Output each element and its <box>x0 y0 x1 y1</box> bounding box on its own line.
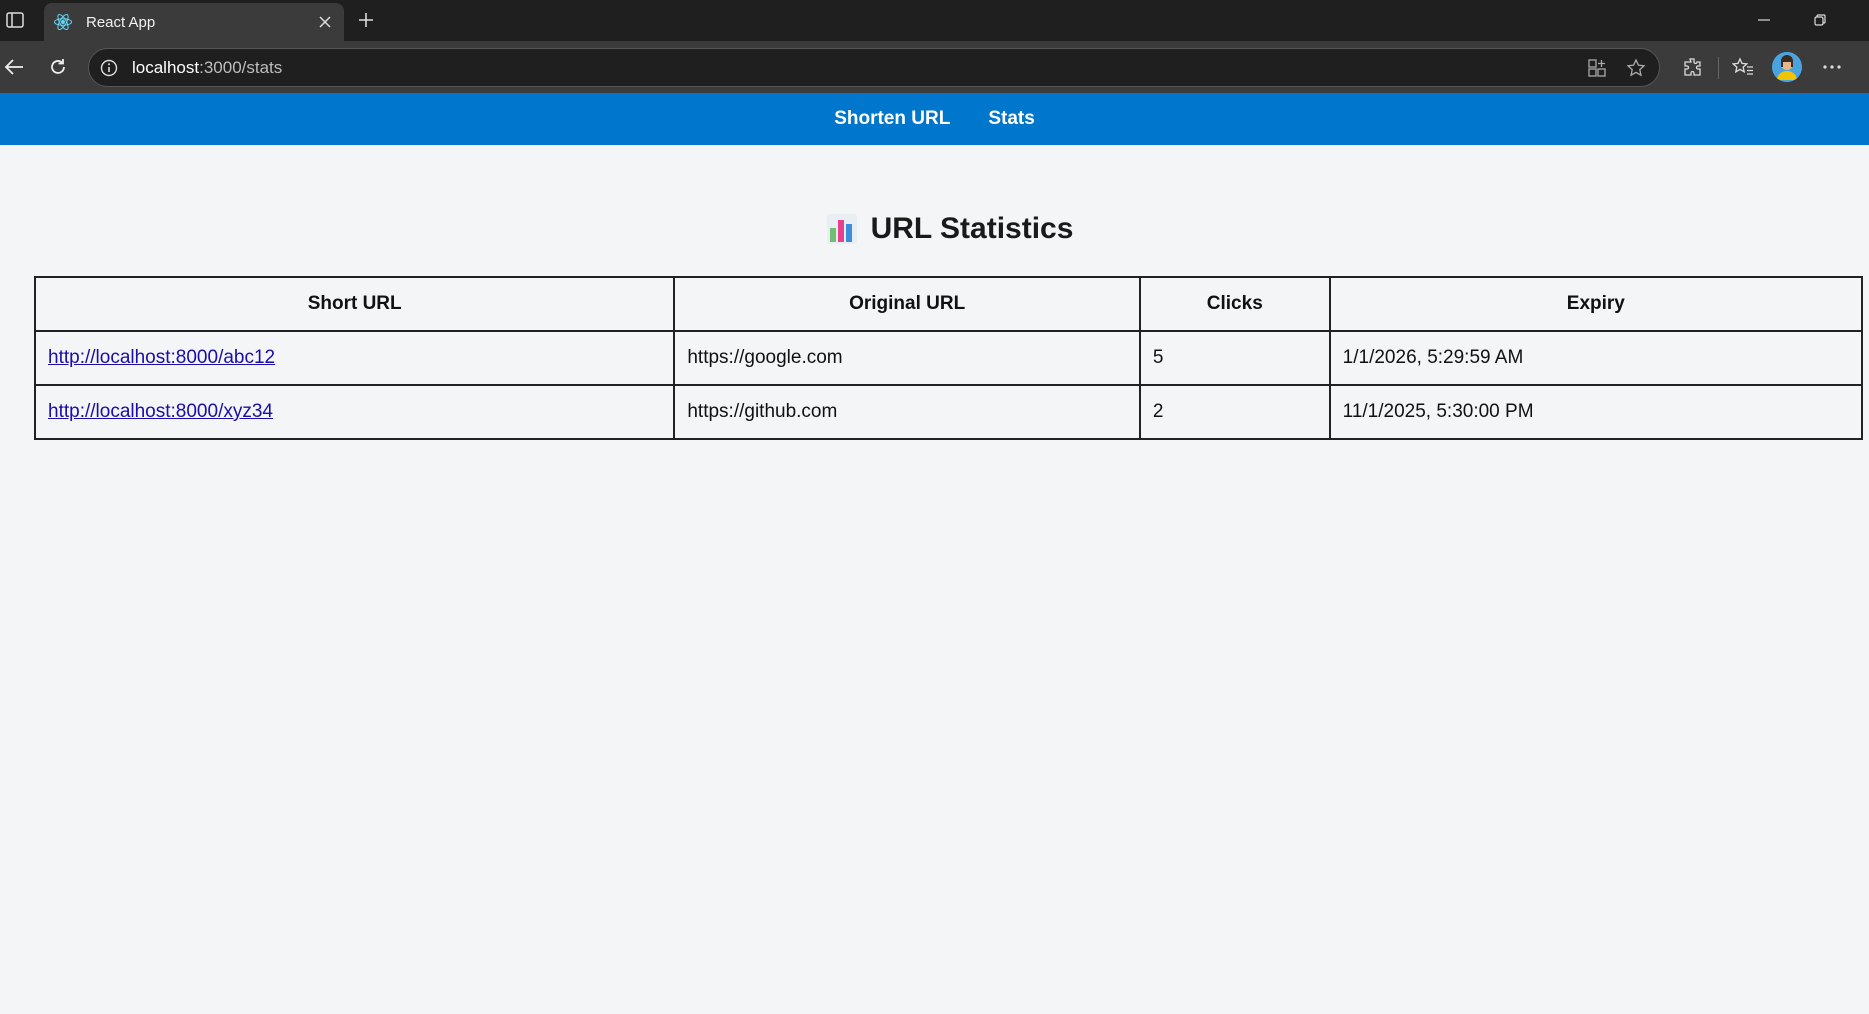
short-url-link[interactable]: http://localhost:8000/xyz34 <box>48 401 273 422</box>
clicks-cell: 5 <box>1138 330 1331 386</box>
nav-link-shorten-url[interactable]: Shorten URL <box>834 108 950 130</box>
sidebar-toggle-icon[interactable] <box>4 9 26 31</box>
browser-tabstrip: React App <box>0 0 1869 41</box>
react-logo-icon <box>52 11 74 33</box>
expiry-cell: 1/1/2026, 5:29:59 AM <box>1328 330 1864 386</box>
page-title-text: URL Statistics <box>870 212 1074 245</box>
profile-avatar[interactable] <box>1772 52 1802 82</box>
address-bar[interactable]: localhost:3000/stats <box>88 48 1660 87</box>
expiry-cell: 11/1/2025, 5:30:00 PM <box>1328 384 1864 440</box>
browser-toolbar: localhost:3000/stats <box>0 41 1869 93</box>
nav-link-stats[interactable]: Stats <box>988 108 1034 130</box>
column-header-short-url: Short URL <box>33 276 676 332</box>
back-arrow-icon[interactable] <box>0 53 28 81</box>
url-path: :3000/stats <box>199 57 283 77</box>
original-url-cell: https://google.com <box>673 330 1141 386</box>
new-tab-icon[interactable] <box>352 6 380 34</box>
app-install-icon[interactable] <box>1585 56 1609 80</box>
more-menu-icon[interactable] <box>1818 53 1846 81</box>
table-row: http://localhost:8000/abc12 https://goog… <box>33 330 1864 386</box>
toolbar-divider <box>1718 57 1719 79</box>
page-title: URL Statistics <box>0 212 1869 246</box>
app-nav-bar: Shorten URL Stats <box>0 93 1869 145</box>
site-info-icon[interactable] <box>98 57 120 79</box>
clicks-cell: 2 <box>1138 384 1331 440</box>
favorite-star-icon[interactable] <box>1624 56 1648 80</box>
restore-icon[interactable] <box>1798 6 1842 34</box>
bar-chart-icon <box>826 214 857 244</box>
url-host: localhost <box>132 57 200 77</box>
tab-title: React App <box>86 13 156 31</box>
close-tab-icon[interactable] <box>312 9 338 35</box>
column-header-clicks: Clicks <box>1138 276 1331 332</box>
short-url-link[interactable]: http://localhost:8000/abc12 <box>48 347 275 368</box>
column-header-original-url: Original URL <box>673 276 1141 332</box>
short-url-cell: http://localhost:8000/abc12 <box>33 330 676 386</box>
extensions-icon[interactable] <box>1678 53 1706 81</box>
address-url: localhost:3000/stats <box>132 58 282 78</box>
minimize-icon[interactable] <box>1742 6 1786 34</box>
table-header-row: Short URL Original URL Clicks Expiry <box>33 276 1864 332</box>
table-row: http://localhost:8000/xyz34 https://gith… <box>33 384 1864 440</box>
url-stats-table: Short URL Original URL Clicks Expiry htt… <box>33 276 1864 440</box>
browser-tab-active[interactable]: React App <box>44 3 344 41</box>
column-header-expiry: Expiry <box>1328 276 1864 332</box>
favorites-icon[interactable] <box>1729 53 1757 81</box>
reload-icon[interactable] <box>44 53 72 81</box>
short-url-cell: http://localhost:8000/xyz34 <box>33 384 676 440</box>
original-url-cell: https://github.com <box>673 384 1141 440</box>
